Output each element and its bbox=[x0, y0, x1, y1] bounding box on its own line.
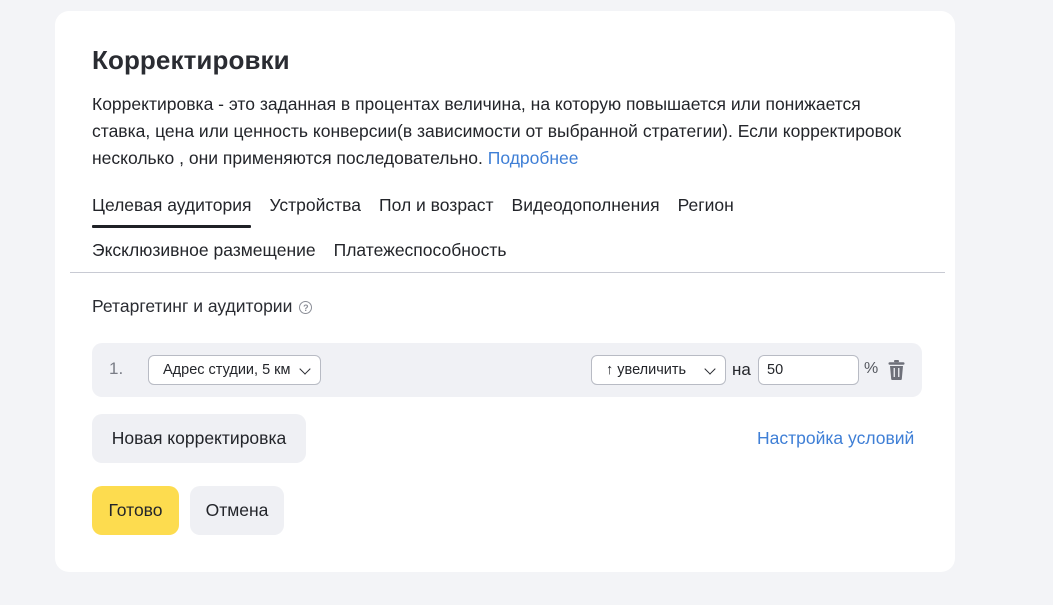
cancel-button[interactable]: Отмена bbox=[190, 486, 284, 535]
adjustments-panel: Корректировки Корректировка - это заданн… bbox=[55, 11, 955, 572]
question-circle-icon[interactable]: ? bbox=[299, 301, 313, 314]
tab-devices[interactable]: Устройства bbox=[269, 193, 361, 226]
chevron-down-icon bbox=[299, 363, 311, 375]
panel-title: Корректировки bbox=[92, 45, 290, 75]
audience-select-value: Адрес студии, 5 км bbox=[163, 362, 291, 378]
new-adjustment-button[interactable]: Новая корректировка bbox=[92, 414, 306, 463]
trash-icon[interactable] bbox=[888, 360, 905, 380]
tab-solvency[interactable]: Платежеспособность bbox=[334, 238, 507, 271]
rule-number: 1. bbox=[109, 359, 124, 378]
conditions-settings-link[interactable]: Настройка условий bbox=[757, 428, 914, 449]
tab-target-audience[interactable]: Целевая аудитория bbox=[92, 193, 252, 228]
more-link[interactable]: Подробнее bbox=[488, 148, 579, 168]
tab-exclusive-placement[interactable]: Эксклюзивное размещение bbox=[92, 238, 316, 271]
tab-region[interactable]: Регион bbox=[678, 193, 734, 226]
adjustment-tabs: Целевая аудитория Устройства Пол и возра… bbox=[92, 193, 912, 283]
direction-select-value: ↑ увеличить bbox=[606, 362, 687, 378]
chevron-down-icon bbox=[704, 363, 716, 375]
panel-description: Корректировка - это заданная в процентах… bbox=[92, 91, 922, 172]
tab-video-extensions[interactable]: Видеодополнения bbox=[512, 193, 660, 226]
section-title: Ретаргетинг и аудитории ? bbox=[92, 296, 313, 317]
direction-select[interactable]: ↑ увеличить bbox=[591, 355, 726, 385]
audience-select[interactable]: Адрес студии, 5 км bbox=[148, 355, 321, 385]
done-button[interactable]: Готово bbox=[92, 486, 179, 535]
adjustment-rule-row: 1. Адрес студии, 5 км ↑ увеличить на % bbox=[92, 343, 922, 397]
tabs-divider bbox=[70, 272, 945, 273]
tab-gender-age[interactable]: Пол и возраст bbox=[379, 193, 494, 226]
percent-input[interactable] bbox=[758, 355, 859, 385]
on-label: на bbox=[732, 360, 751, 379]
section-title-text: Ретаргетинг и аудитории bbox=[92, 296, 293, 316]
percent-sign: % bbox=[864, 360, 879, 377]
